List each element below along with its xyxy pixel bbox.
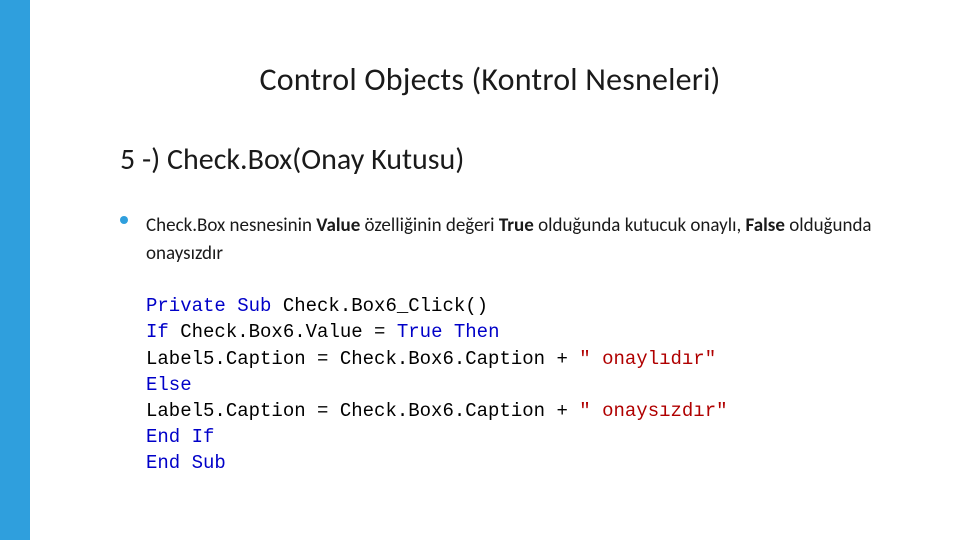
bullet-text: Check.Box nesnesinin Value özelliğinin d…	[146, 212, 920, 267]
code-keyword: End If	[146, 426, 214, 448]
bullet-part: Check.Box nesnesinin	[146, 214, 316, 237]
code-string: " onaylıdır"	[579, 348, 716, 370]
code-text: Check.Box6.Value =	[169, 321, 397, 343]
code-keyword: Then	[442, 321, 499, 343]
code-keyword: End Sub	[146, 452, 226, 474]
code-block: Private Sub Check.Box6_Click() If Check.…	[146, 293, 920, 477]
bullet-bold: False	[746, 214, 785, 237]
bullet-part: özelliğinin değeri	[360, 214, 499, 237]
code-keyword: If	[146, 321, 169, 343]
bullet-item: Check.Box nesnesinin Value özelliğinin d…	[120, 212, 920, 267]
code-text: Check.Box6_Click()	[271, 295, 488, 317]
code-keyword: True	[397, 321, 443, 343]
slide-subtitle: 5 -) Check.Box(Onay Kutusu)	[120, 141, 920, 178]
bullet-part: olduğunda kutucuk onaylı,	[534, 214, 746, 237]
bullet-dot-icon	[120, 216, 128, 224]
code-keyword: Private Sub	[146, 295, 271, 317]
slide-title: Control Objects (Kontrol Nesneleri)	[60, 60, 920, 99]
code-keyword: Else	[146, 374, 192, 396]
code-string: " onaysızdır"	[579, 400, 727, 422]
code-text: Label5.Caption = Check.Box6.Caption +	[146, 400, 579, 422]
slide-content: Control Objects (Kontrol Nesneleri) 5 -)…	[30, 0, 960, 540]
bullet-bold: True	[499, 214, 534, 237]
accent-bar	[0, 0, 30, 540]
code-text: Label5.Caption = Check.Box6.Caption +	[146, 348, 579, 370]
bullet-bold: Value	[316, 214, 360, 237]
